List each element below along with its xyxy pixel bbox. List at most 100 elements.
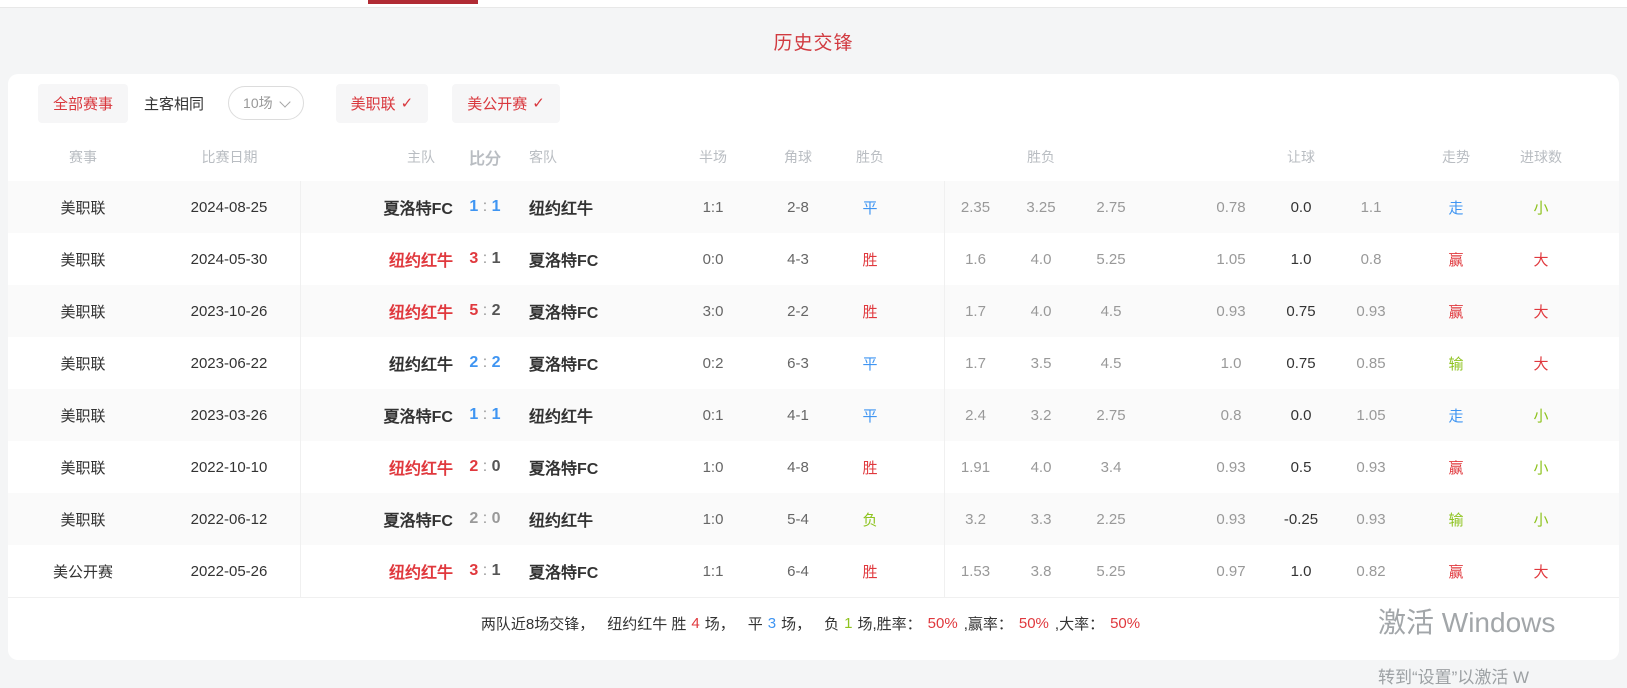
head-to-head-card: 全部赛事 主客相同 10场 美职联 ✓ 美公开赛 ✓ 赛事 比赛日期 主队 比分… [8, 74, 1619, 660]
score-part: 1 [492, 406, 501, 424]
handicap-home-odds: 1.0 [1196, 337, 1266, 389]
home-team-name: 夏洛特FC [301, 493, 453, 545]
match-date: 2023-06-22 [158, 337, 301, 389]
event-name: 美职联 [8, 493, 158, 545]
row-spacer [902, 545, 945, 597]
all-events-button[interactable]: 全部赛事 [38, 84, 128, 123]
handicap-away-odds: 1.1 [1336, 181, 1406, 233]
corner-score: 4-8 [758, 441, 838, 493]
handicap-trend: 赢 [1406, 545, 1506, 597]
win-loss-result: 平 [838, 181, 902, 233]
summary-text: 两队近8场交锋， [481, 613, 594, 634]
score-part: : [478, 354, 491, 372]
odds-draw: 3.2 [1006, 389, 1076, 441]
table-header: 赛事 比赛日期 主队 比分 客队 半场 角球 胜负 胜负 让球 走势 进球数 [8, 132, 1619, 181]
score-part: 3 [469, 562, 478, 580]
header-odds-group: 胜负 [1006, 132, 1076, 181]
full-time-score: 2 : 0 [453, 493, 517, 545]
handicap-line: 1.0 [1266, 545, 1336, 597]
odds-draw: 4.0 [1006, 441, 1076, 493]
odds-loss: 5.25 [1076, 545, 1146, 597]
odds-loss: 2.75 [1076, 389, 1146, 441]
handicap-trend: 走 [1406, 389, 1506, 441]
away-team-name: 夏洛特FC [517, 285, 668, 337]
half-time-score: 1:1 [668, 545, 758, 597]
win-loss-result: 负 [838, 493, 902, 545]
odds-win: 2.35 [945, 181, 1006, 233]
odds-win: 3.2 [945, 493, 1006, 545]
handicap-away-odds: 0.93 [1336, 493, 1406, 545]
header-handicap-group: 让球 [1266, 132, 1336, 181]
match-count-dropdown[interactable]: 10场 [228, 86, 304, 120]
handicap-home-odds: 1.05 [1196, 233, 1266, 285]
event-name: 美职联 [8, 441, 158, 493]
header-spacer [945, 132, 1006, 181]
odds-win: 1.91 [945, 441, 1006, 493]
corner-score: 4-1 [758, 389, 838, 441]
odds-draw: 4.0 [1006, 285, 1076, 337]
row-spacer [902, 493, 945, 545]
full-time-score: 5 : 2 [453, 285, 517, 337]
goals-over-under: 小 [1506, 181, 1576, 233]
score-part: 1 [492, 250, 501, 268]
summary-loss-count: 1 [844, 615, 852, 632]
row-spacer [902, 337, 945, 389]
header-away-team: 客队 [517, 132, 668, 181]
match-date: 2023-10-26 [158, 285, 301, 337]
win-loss-result: 胜 [838, 441, 902, 493]
header-half-time: 半场 [668, 132, 758, 181]
table-row: 美职联2023-03-26夏洛特FC1 : 1纽约红牛0:14-1平2.43.2… [8, 389, 1619, 441]
handicap-trend: 赢 [1406, 285, 1506, 337]
league-filter-mls[interactable]: 美职联 ✓ [336, 84, 429, 123]
chevron-down-icon [279, 96, 290, 107]
row-spacer [1576, 233, 1619, 285]
row-spacer [1576, 181, 1619, 233]
handicap-trend: 输 [1406, 493, 1506, 545]
row-spacer [902, 389, 945, 441]
score-part: : [478, 406, 491, 424]
away-team-name: 夏洛特FC [517, 545, 668, 597]
event-name: 美职联 [8, 233, 158, 285]
row-spacer [1146, 233, 1196, 285]
home-away-same-filter[interactable]: 主客相同 [144, 93, 204, 114]
goals-over-under: 大 [1506, 545, 1576, 597]
handicap-home-odds: 0.8 [1196, 389, 1266, 441]
score-part: 1 [492, 198, 501, 216]
row-spacer [1576, 285, 1619, 337]
handicap-away-odds: 0.8 [1336, 233, 1406, 285]
league-filter-us-open-cup[interactable]: 美公开赛 ✓ [452, 84, 560, 123]
odds-draw: 4.0 [1006, 233, 1076, 285]
windows-activation-watermark: 激活 Windows [1378, 601, 1555, 641]
summary-text: 胜率： [877, 613, 922, 634]
away-team-name: 纽约红牛 [517, 493, 668, 545]
match-date: 2024-08-25 [158, 181, 301, 233]
odds-draw: 3.8 [1006, 545, 1076, 597]
odds-loss: 2.25 [1076, 493, 1146, 545]
half-time-score: 1:1 [668, 181, 758, 233]
row-spacer [1146, 545, 1196, 597]
table-row: 美职联2022-10-10纽约红牛2 : 0夏洛特FC1:04-8胜1.914.… [8, 441, 1619, 493]
page-title: 历史交锋 [773, 28, 853, 55]
match-date: 2023-03-26 [158, 389, 301, 441]
row-spacer [1146, 441, 1196, 493]
away-team-name: 纽约红牛 [517, 181, 668, 233]
score-part: 2 [469, 458, 478, 476]
row-spacer [1576, 545, 1619, 597]
score-part: : [478, 510, 491, 528]
handicap-line: 0.75 [1266, 285, 1336, 337]
goals-over-under: 小 [1506, 389, 1576, 441]
summary-handicap-rate: 50% [1019, 615, 1049, 632]
score-part: : [478, 198, 491, 216]
odds-draw: 3.5 [1006, 337, 1076, 389]
handicap-home-odds: 0.93 [1196, 441, 1266, 493]
odds-win: 1.7 [945, 337, 1006, 389]
score-part: : [478, 562, 491, 580]
summary-over-rate: 50% [1110, 615, 1140, 632]
row-spacer [902, 233, 945, 285]
score-part: 1 [469, 198, 478, 216]
handicap-away-odds: 0.93 [1336, 285, 1406, 337]
handicap-home-odds: 0.93 [1196, 493, 1266, 545]
full-time-score: 1 : 1 [453, 181, 517, 233]
row-spacer [1146, 337, 1196, 389]
table-row: 美职联2024-08-25夏洛特FC1 : 1纽约红牛1:12-8平2.353.… [8, 181, 1619, 233]
